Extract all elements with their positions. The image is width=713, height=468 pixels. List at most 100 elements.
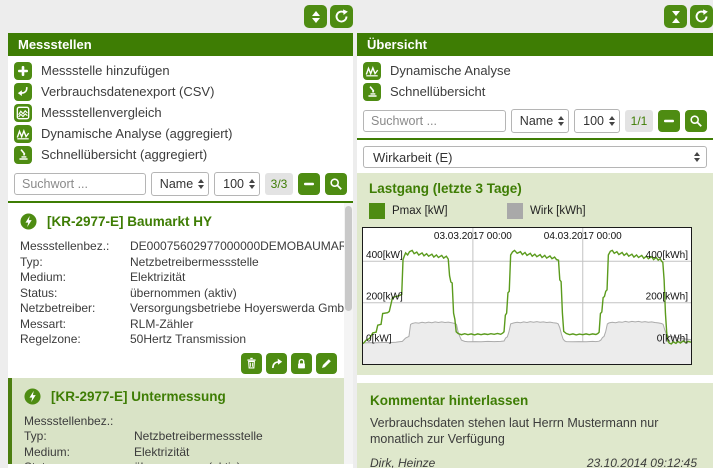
field-label: Status: — [20, 286, 130, 302]
minus-icon — [303, 178, 315, 190]
measurement-type-select[interactable]: Wirkarbeit (E) — [363, 146, 707, 168]
uebersicht-panel: Übersicht Dynamische Analyse Schnellüber… — [357, 33, 713, 468]
remove-filter-button[interactable] — [658, 110, 680, 132]
field-value: DE00075602977000000DEMOBAUMARKT01 — [130, 239, 353, 255]
field-value: 50Hertz Transmission — [130, 332, 246, 348]
field-label: Status: — [24, 460, 134, 464]
field-label: Medium: — [20, 270, 130, 286]
field-label: Netzbetreiber: — [20, 301, 130, 317]
field-value: Elektrizität — [134, 445, 189, 461]
svg-text:03.03.2017 00:00: 03.03.2017 00:00 — [434, 231, 512, 242]
microscope-icon — [14, 146, 32, 164]
scrollbar-thumb[interactable] — [345, 206, 352, 311]
comment-title: Kommentar hinterlassen — [370, 391, 697, 415]
lock-button[interactable] — [291, 353, 312, 374]
menu-item-messstellenvergleich[interactable]: Messstellenvergleich — [8, 102, 353, 123]
chevron-updown-icon — [249, 179, 255, 189]
menu-item-label: Schnellübersicht (aggregiert) — [41, 147, 207, 162]
comment-section: Kommentar hinterlassen Verbrauchsdaten s… — [357, 383, 713, 468]
legend-swatch-pmax — [369, 203, 385, 219]
field-label: Messart: — [20, 317, 130, 333]
edit-button[interactable] — [316, 353, 337, 374]
legend-item: Wirk [kWh] — [507, 203, 645, 219]
expand-collapse-button[interactable] — [304, 5, 327, 28]
messstellen-panel: Messstellen Messstelle hinzufügen Verbra… — [8, 33, 353, 468]
plus-icon — [14, 62, 32, 80]
scrollbar[interactable] — [344, 203, 353, 464]
section-title: Lastgang (letzte 3 Tage) — [357, 178, 713, 202]
chevron-updown-icon — [558, 116, 564, 126]
search-button[interactable] — [325, 173, 347, 195]
comment-text: Verbrauchsdaten stehen laut Herrn Muster… — [370, 415, 697, 447]
sort-select[interactable]: Name — [511, 109, 569, 133]
comment-footer: Dirk, Heinze 23.10.2014 09:12:45 — [370, 447, 697, 468]
messstellen-menu: Messstelle hinzufügen Verbrauchsdatenexp… — [8, 56, 353, 167]
list-item[interactable]: [KR-2977-E] Untermessung Messstellenbez.… — [8, 378, 353, 465]
chevron-updown-icon — [198, 179, 204, 189]
svg-text:0[kW]: 0[kW] — [366, 333, 392, 344]
messstellen-search-row: Name 100 3/3 — [8, 167, 353, 201]
svg-text:400[kWh]: 400[kWh] — [646, 250, 689, 261]
panel-title: Übersicht — [357, 33, 713, 56]
menu-item-add-messstelle[interactable]: Messstelle hinzufügen — [8, 60, 353, 81]
uebersicht-menu: Dynamische Analyse Schnellübersicht — [357, 56, 713, 104]
chevron-updown-icon — [609, 116, 615, 126]
legend-label: Wirk [kWh] — [530, 205, 586, 217]
menu-item-schnelluebersicht[interactable]: Schnellübersicht (aggregiert) — [8, 144, 353, 165]
pencil-icon — [320, 357, 333, 370]
field-value: Versorgungsbetriebe Hoyerswerda GmbH — [130, 301, 353, 317]
field-value: Netzbetreibermessstelle — [130, 255, 259, 271]
field-value: übernommen (aktiv) — [130, 286, 237, 302]
search-button[interactable] — [685, 110, 707, 132]
microscope-icon — [363, 83, 381, 101]
uebersicht-search-row: Name 100 1/1 — [357, 104, 713, 138]
menu-item-schnelluebersicht[interactable]: Schnellübersicht — [357, 81, 713, 102]
menu-item-label: Messstelle hinzufügen — [41, 63, 170, 78]
transfer-button[interactable] — [266, 353, 287, 374]
refresh-button[interactable] — [690, 5, 713, 28]
sort-select[interactable]: Name — [151, 172, 209, 196]
lightning-icon — [24, 388, 41, 405]
field-label: Typ: — [20, 255, 130, 271]
chart-legend: Pmax [kW] Wirk [kWh] — [357, 202, 713, 225]
search-icon — [689, 114, 703, 128]
updown-arrows-icon — [312, 11, 320, 23]
menu-item-label: Dynamische Analyse (aggregiert) — [41, 126, 232, 141]
lightning-icon — [20, 213, 37, 230]
left-panel-toolbar — [8, 5, 353, 28]
entry-title-row: [KR-2977-E] Untermessung — [24, 384, 337, 414]
lock-icon — [295, 357, 308, 370]
page-size-select[interactable]: 100 — [574, 109, 620, 133]
refresh-button[interactable] — [330, 5, 353, 28]
menu-item-label: Schnellübersicht — [390, 84, 485, 99]
legend-swatch-wirk — [507, 203, 523, 219]
field-label: Regelzone: — [20, 332, 130, 348]
sort-select-value: Name — [160, 177, 193, 191]
refresh-icon — [694, 9, 709, 24]
collapse-button[interactable] — [664, 5, 687, 28]
right-panel-toolbar — [357, 5, 713, 28]
legend-item: Pmax [kW] — [369, 203, 507, 219]
list-item[interactable]: [KR-2977-E] Baumarkt HY Messstellenbez.:… — [8, 203, 353, 378]
trash-icon — [245, 357, 258, 370]
menu-item-dynamische-analyse[interactable]: Dynamische Analyse (aggregiert) — [8, 123, 353, 144]
legend-label: Pmax [kW] — [392, 205, 448, 217]
refresh-icon — [334, 9, 349, 24]
entry-title-row: [KR-2977-E] Baumarkt HY — [20, 209, 337, 239]
compare-chart-icon — [14, 104, 32, 122]
menu-item-export-csv[interactable]: Verbrauchsdatenexport (CSV) — [8, 81, 353, 102]
panel-title: Messstellen — [8, 33, 353, 56]
search-input[interactable] — [363, 110, 506, 132]
delete-button[interactable] — [241, 353, 262, 374]
menu-item-label: Verbrauchsdatenexport (CSV) — [41, 84, 214, 99]
result-count-badge: 1/1 — [625, 110, 653, 132]
search-input[interactable] — [14, 173, 146, 195]
svg-text:0[kWh]: 0[kWh] — [657, 333, 688, 344]
comment-author: Dirk, Heinze — [370, 456, 435, 468]
remove-filter-button[interactable] — [298, 173, 320, 195]
field-value: RLM-Zähler — [130, 317, 193, 333]
export-arrow-icon — [14, 83, 32, 101]
menu-item-dynamische-analyse[interactable]: Dynamische Analyse — [357, 60, 713, 81]
page-size-select[interactable]: 100 — [214, 172, 260, 196]
comment-timestamp: 23.10.2014 09:12:45 — [587, 456, 697, 468]
